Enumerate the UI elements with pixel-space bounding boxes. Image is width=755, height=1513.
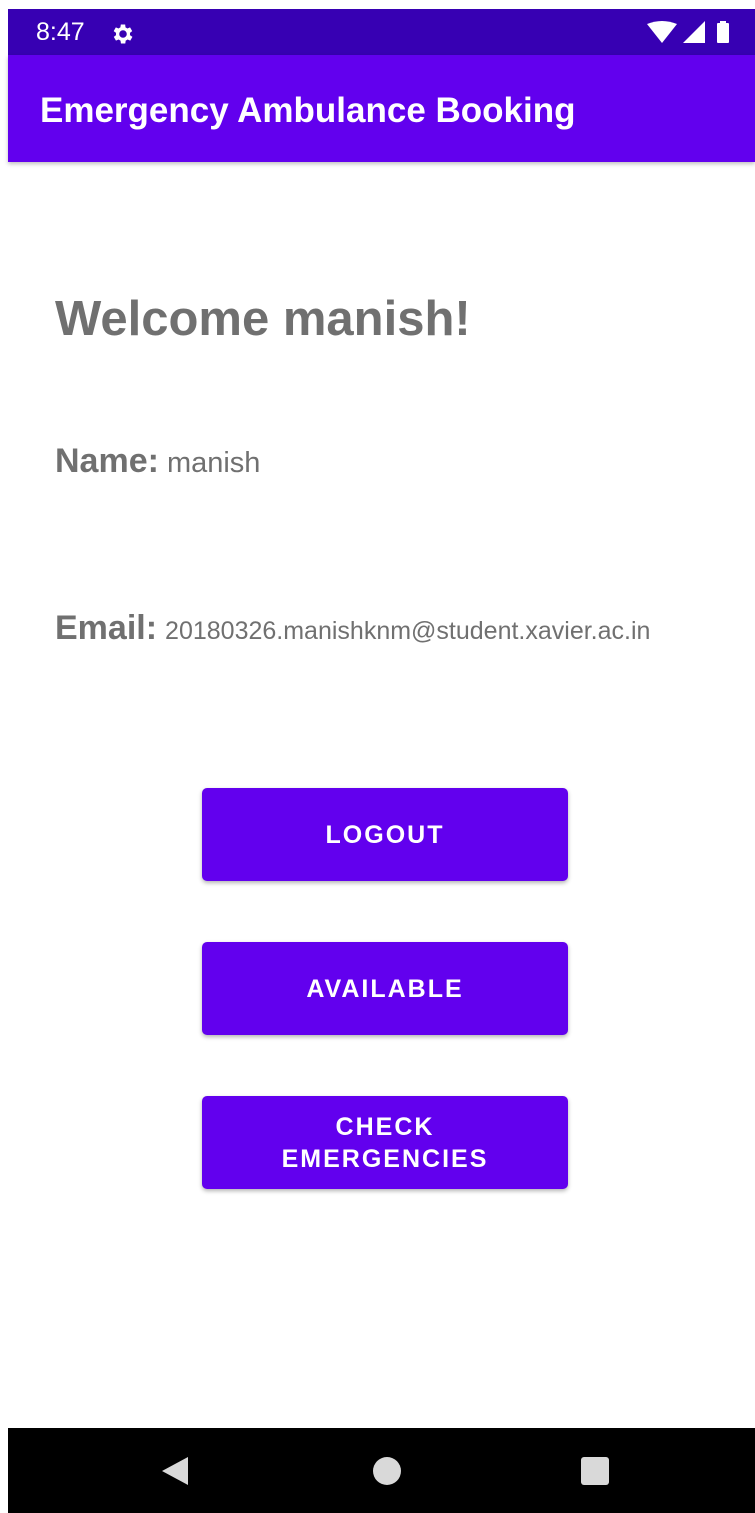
home-icon[interactable] (372, 1455, 402, 1487)
back-icon[interactable] (160, 1455, 190, 1487)
name-label: Name: (55, 442, 159, 480)
battery-icon (717, 23, 729, 43)
app-title: Emergency Ambulance Booking (40, 91, 576, 130)
email-row: Email: 20180326.manishknm@student.xavier.… (55, 609, 650, 648)
app-bar: Emergency Ambulance Booking (8, 55, 755, 162)
available-label: AVAILABLE (306, 974, 464, 1003)
wifi-icon (647, 21, 677, 43)
available-button[interactable]: AVAILABLE (202, 942, 568, 1035)
check-emergencies-button[interactable]: CHECK EMERGENCIES (202, 1096, 568, 1189)
logout-button[interactable]: LOGOUT (202, 788, 568, 881)
navigation-bar (8, 1428, 755, 1513)
status-bar: 8:47 (8, 9, 755, 55)
email-label: Email: (55, 609, 158, 647)
email-value: 20180326.manishknm@student.xavier.ac.in (165, 617, 651, 645)
name-value: manish (166, 447, 261, 479)
signal-icon (683, 21, 705, 43)
gear-icon (113, 24, 133, 44)
welcome-heading: Welcome manish! (55, 292, 471, 346)
logout-label: LOGOUT (325, 820, 445, 849)
check-emergencies-label: CHECK EMERGENCIES (281, 1112, 489, 1173)
app-screen: 8:47 Emergency Ambulance Booking Welcome… (8, 9, 755, 1513)
status-time: 8:47 (36, 18, 85, 46)
status-icons (647, 21, 729, 43)
recents-icon[interactable] (580, 1455, 610, 1487)
name-row: Name: manish (55, 442, 260, 481)
